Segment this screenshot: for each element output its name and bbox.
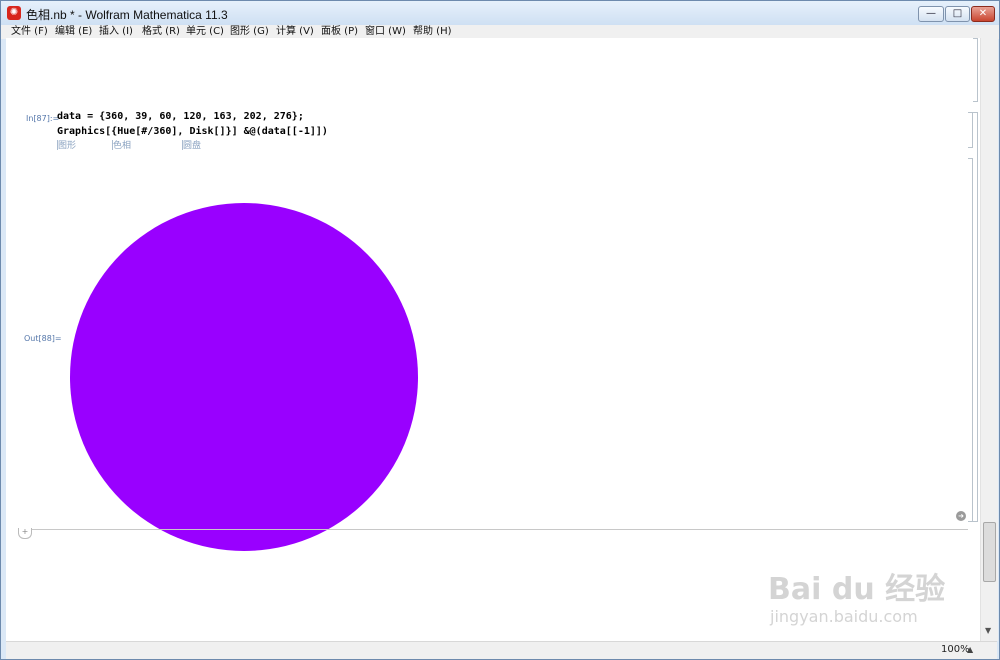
- menu-bar: 文件 (F) 编辑 (E) 插入 (I) 格式 (R) 单元 (C) 图形 (G…: [1, 25, 999, 39]
- menu-graphics[interactable]: 图形 (G): [230, 25, 269, 39]
- minimize-button[interactable]: —: [918, 6, 944, 22]
- menu-cell[interactable]: 单元 (C): [186, 25, 224, 39]
- menu-file[interactable]: 文件 (F): [11, 25, 48, 39]
- watermark-logo: Bai du 经验: [768, 572, 946, 607]
- menu-edit[interactable]: 编辑 (E): [55, 25, 92, 39]
- notebook-area[interactable]: In[87]:= data = {360, 39, 60, 120, 163, …: [6, 38, 980, 641]
- menu-insert[interactable]: 插入 (I): [99, 25, 133, 39]
- previous-cell-bracket[interactable]: [973, 38, 978, 102]
- group-cell-bracket[interactable]: [973, 112, 978, 522]
- menu-window[interactable]: 窗口 (W): [365, 25, 406, 39]
- input-code-line-2[interactable]: Graphics[{Hue[#/360], Disk[]}] &@(data[[…: [57, 126, 328, 137]
- window-title: 色相.nb * - Wolfram Mathematica 11.3: [26, 8, 228, 22]
- menu-palettes[interactable]: 面板 (P): [321, 25, 358, 39]
- status-bar: 100% ▲: [6, 641, 997, 659]
- close-button[interactable]: ✕: [971, 6, 995, 22]
- baidu-jingyan-watermark: Bai du 经验 jingyan.baidu.com: [768, 550, 948, 635]
- menu-evaluation[interactable]: 计算 (V): [276, 25, 314, 39]
- input-cell-label: In[87]:=: [26, 114, 60, 123]
- hint-hue: 色相: [113, 141, 132, 151]
- scroll-down-arrow-icon[interactable]: ▼: [985, 626, 991, 635]
- hint-graphics: 图形: [58, 141, 77, 151]
- hint-disk: 圆盘: [183, 141, 202, 151]
- hue-disk-graphic[interactable]: [70, 203, 418, 551]
- cell-insertion-line: [18, 529, 968, 530]
- input-code-line-1[interactable]: data = {360, 39, 60, 120, 163, 202, 276}…: [57, 111, 304, 122]
- maximize-button[interactable]: □: [945, 6, 970, 22]
- watermark-url: jingyan.baidu.com: [770, 607, 918, 626]
- title-bar[interactable]: ✺ 色相.nb * - Wolfram Mathematica 11.3 — □…: [1, 1, 999, 25]
- output-cell-label: Out[88]=: [24, 334, 62, 343]
- menu-format[interactable]: 格式 (R): [142, 25, 180, 39]
- vertical-scrollbar[interactable]: ▼: [980, 38, 998, 641]
- mathematica-app-icon[interactable]: ✺: [7, 6, 21, 20]
- add-cell-plus-icon[interactable]: +: [18, 528, 32, 539]
- zoom-dropdown-arrow-icon[interactable]: ▲: [967, 645, 973, 654]
- cell-insertion-arrow-icon[interactable]: ➜: [956, 511, 966, 521]
- zoom-level[interactable]: 100%: [941, 644, 970, 655]
- output-cell-bracket[interactable]: [968, 158, 973, 522]
- menu-help[interactable]: 帮助 (H): [413, 25, 452, 39]
- scrollbar-thumb[interactable]: [983, 522, 996, 582]
